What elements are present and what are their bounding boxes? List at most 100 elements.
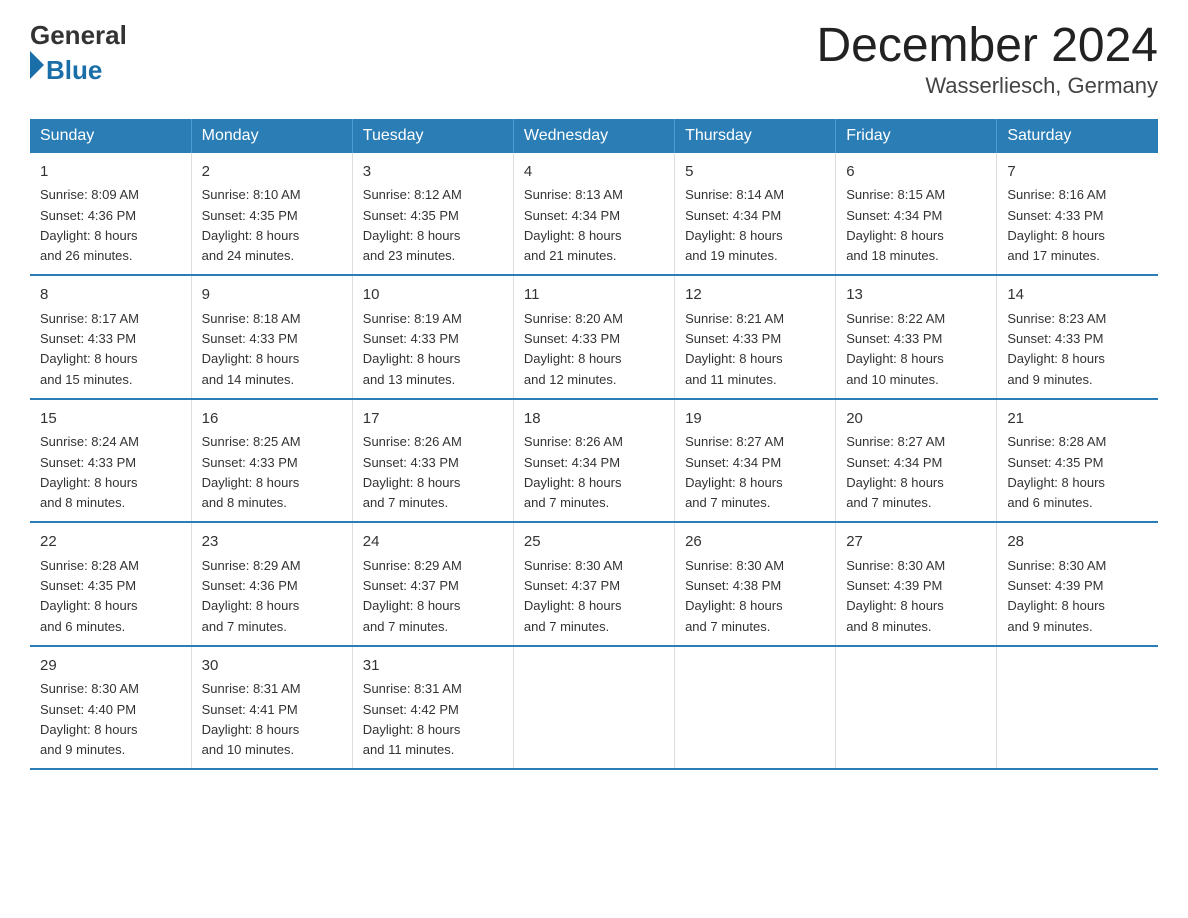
day-info: Sunrise: 8:26 AMSunset: 4:33 PMDaylight:…	[363, 434, 462, 510]
day-info: Sunrise: 8:30 AMSunset: 4:38 PMDaylight:…	[685, 558, 784, 634]
day-number: 4	[524, 161, 664, 184]
day-info: Sunrise: 8:30 AMSunset: 4:39 PMDaylight:…	[846, 558, 945, 634]
header-monday: Monday	[191, 119, 352, 153]
day-info: Sunrise: 8:16 AMSunset: 4:33 PMDaylight:…	[1007, 187, 1106, 263]
day-number: 23	[202, 531, 342, 554]
day-info: Sunrise: 8:19 AMSunset: 4:33 PMDaylight:…	[363, 311, 462, 387]
calendar-title: December 2024	[816, 20, 1158, 73]
day-number: 7	[1007, 161, 1148, 184]
table-cell: 25 Sunrise: 8:30 AMSunset: 4:37 PMDayligh…	[513, 522, 674, 646]
day-number: 22	[40, 531, 181, 554]
table-cell: 28Sunrise: 8:30 AMSunset: 4:39 PMDayligh…	[997, 522, 1158, 646]
table-cell: 6Sunrise: 8:15 AMSunset: 4:34 PMDaylight…	[836, 153, 997, 276]
table-cell: 26 Sunrise: 8:30 AMSunset: 4:38 PMDayligh…	[675, 522, 836, 646]
logo-blue-text: Blue	[46, 55, 102, 86]
day-number: 8	[40, 284, 181, 307]
day-number: 5	[685, 161, 825, 184]
header-sunday: Sunday	[30, 119, 191, 153]
day-info: Sunrise: 8:31 AMSunset: 4:42 PMDaylight:…	[363, 681, 462, 757]
day-info: Sunrise: 8:12 AMSunset: 4:35 PMDaylight:…	[363, 187, 462, 263]
day-number: 11	[524, 284, 664, 307]
day-number: 25	[524, 531, 664, 554]
table-cell: 14 Sunrise: 8:23 AMSunset: 4:33 PMDayligh…	[997, 275, 1158, 399]
header-saturday: Saturday	[997, 119, 1158, 153]
day-info: Sunrise: 8:20 AMSunset: 4:33 PMDaylight:…	[524, 311, 623, 387]
day-number: 9	[202, 284, 342, 307]
table-cell: 24 Sunrise: 8:29 AMSunset: 4:37 PMDayligh…	[352, 522, 513, 646]
logo-triangle-icon	[30, 51, 44, 79]
day-info: Sunrise: 8:28 AMSunset: 4:35 PMDaylight:…	[1007, 434, 1106, 510]
table-cell: 23 Sunrise: 8:29 AMSunset: 4:36 PMDayligh…	[191, 522, 352, 646]
header-tuesday: Tuesday	[352, 119, 513, 153]
day-number: 24	[363, 531, 503, 554]
day-info: Sunrise: 8:24 AMSunset: 4:33 PMDaylight:…	[40, 434, 139, 510]
header-thursday: Thursday	[675, 119, 836, 153]
table-cell	[997, 646, 1158, 770]
day-number: 30	[202, 655, 342, 678]
week-row-2: 8 Sunrise: 8:17 AMSunset: 4:33 PMDaylight…	[30, 275, 1158, 399]
page-header: General Blue December 2024 Wasserliesch,…	[30, 20, 1158, 99]
week-row-1: 1 Sunrise: 8:09 AMSunset: 4:36 PMDaylight…	[30, 153, 1158, 276]
table-cell: 22 Sunrise: 8:28 AMSunset: 4:35 PMDayligh…	[30, 522, 191, 646]
table-cell: 8 Sunrise: 8:17 AMSunset: 4:33 PMDaylight…	[30, 275, 191, 399]
week-row-3: 15Sunrise: 8:24 AMSunset: 4:33 PMDayligh…	[30, 399, 1158, 523]
table-cell: 2 Sunrise: 8:10 AMSunset: 4:35 PMDaylight…	[191, 153, 352, 276]
day-info: Sunrise: 8:13 AMSunset: 4:34 PMDaylight:…	[524, 187, 623, 263]
day-number: 21	[1007, 408, 1148, 431]
day-info: Sunrise: 8:26 AMSunset: 4:34 PMDaylight:…	[524, 434, 623, 510]
table-cell: 15Sunrise: 8:24 AMSunset: 4:33 PMDayligh…	[30, 399, 191, 523]
day-info: Sunrise: 8:22 AMSunset: 4:33 PMDaylight:…	[846, 311, 945, 387]
day-number: 1	[40, 161, 181, 184]
table-cell: 20 Sunrise: 8:27 AMSunset: 4:34 PMDayligh…	[836, 399, 997, 523]
table-cell	[675, 646, 836, 770]
day-number: 14	[1007, 284, 1148, 307]
table-cell	[836, 646, 997, 770]
day-info: Sunrise: 8:29 AMSunset: 4:37 PMDaylight:…	[363, 558, 462, 634]
day-number: 6	[846, 161, 986, 184]
day-number: 13	[846, 284, 986, 307]
table-cell: 9Sunrise: 8:18 AMSunset: 4:33 PMDaylight…	[191, 275, 352, 399]
day-number: 2	[202, 161, 342, 184]
day-info: Sunrise: 8:30 AMSunset: 4:37 PMDaylight:…	[524, 558, 623, 634]
table-cell: 19Sunrise: 8:27 AMSunset: 4:34 PMDayligh…	[675, 399, 836, 523]
day-info: Sunrise: 8:30 AMSunset: 4:40 PMDaylight:…	[40, 681, 139, 757]
table-cell: 29Sunrise: 8:30 AMSunset: 4:40 PMDayligh…	[30, 646, 191, 770]
day-info: Sunrise: 8:30 AMSunset: 4:39 PMDaylight:…	[1007, 558, 1106, 634]
table-cell: 30 Sunrise: 8:31 AMSunset: 4:41 PMDayligh…	[191, 646, 352, 770]
table-cell: 17 Sunrise: 8:26 AMSunset: 4:33 PMDayligh…	[352, 399, 513, 523]
day-number: 20	[846, 408, 986, 431]
table-cell: 27 Sunrise: 8:30 AMSunset: 4:39 PMDayligh…	[836, 522, 997, 646]
day-number: 3	[363, 161, 503, 184]
day-info: Sunrise: 8:09 AMSunset: 4:36 PMDaylight:…	[40, 187, 139, 263]
day-info: Sunrise: 8:10 AMSunset: 4:35 PMDaylight:…	[202, 187, 301, 263]
day-number: 19	[685, 408, 825, 431]
day-number: 16	[202, 408, 342, 431]
table-cell: 11 Sunrise: 8:20 AMSunset: 4:33 PMDayligh…	[513, 275, 674, 399]
day-info: Sunrise: 8:29 AMSunset: 4:36 PMDaylight:…	[202, 558, 301, 634]
day-info: Sunrise: 8:23 AMSunset: 4:33 PMDaylight:…	[1007, 311, 1106, 387]
day-number: 27	[846, 531, 986, 554]
calendar-header-row: SundayMondayTuesdayWednesdayThursdayFrid…	[30, 119, 1158, 153]
day-number: 26	[685, 531, 825, 554]
table-cell: 4 Sunrise: 8:13 AMSunset: 4:34 PMDaylight…	[513, 153, 674, 276]
logo-text-block: General Blue	[30, 20, 127, 86]
table-cell	[513, 646, 674, 770]
day-info: Sunrise: 8:27 AMSunset: 4:34 PMDaylight:…	[846, 434, 945, 510]
day-info: Sunrise: 8:31 AMSunset: 4:41 PMDaylight:…	[202, 681, 301, 757]
table-cell: 3 Sunrise: 8:12 AMSunset: 4:35 PMDaylight…	[352, 153, 513, 276]
calendar-subtitle: Wasserliesch, Germany	[816, 73, 1158, 99]
table-cell: 7 Sunrise: 8:16 AMSunset: 4:33 PMDaylight…	[997, 153, 1158, 276]
week-row-4: 22 Sunrise: 8:28 AMSunset: 4:35 PMDayligh…	[30, 522, 1158, 646]
day-info: Sunrise: 8:28 AMSunset: 4:35 PMDaylight:…	[40, 558, 139, 634]
title-block: December 2024 Wasserliesch, Germany	[816, 20, 1158, 99]
header-wednesday: Wednesday	[513, 119, 674, 153]
table-cell: 18Sunrise: 8:26 AMSunset: 4:34 PMDayligh…	[513, 399, 674, 523]
day-number: 17	[363, 408, 503, 431]
day-info: Sunrise: 8:17 AMSunset: 4:33 PMDaylight:…	[40, 311, 139, 387]
table-cell: 21 Sunrise: 8:28 AMSunset: 4:35 PMDayligh…	[997, 399, 1158, 523]
logo-general-text: General	[30, 20, 127, 50]
calendar-table: SundayMondayTuesdayWednesdayThursdayFrid…	[30, 119, 1158, 771]
day-number: 31	[363, 655, 503, 678]
table-cell: 12Sunrise: 8:21 AMSunset: 4:33 PMDayligh…	[675, 275, 836, 399]
day-info: Sunrise: 8:14 AMSunset: 4:34 PMDaylight:…	[685, 187, 784, 263]
